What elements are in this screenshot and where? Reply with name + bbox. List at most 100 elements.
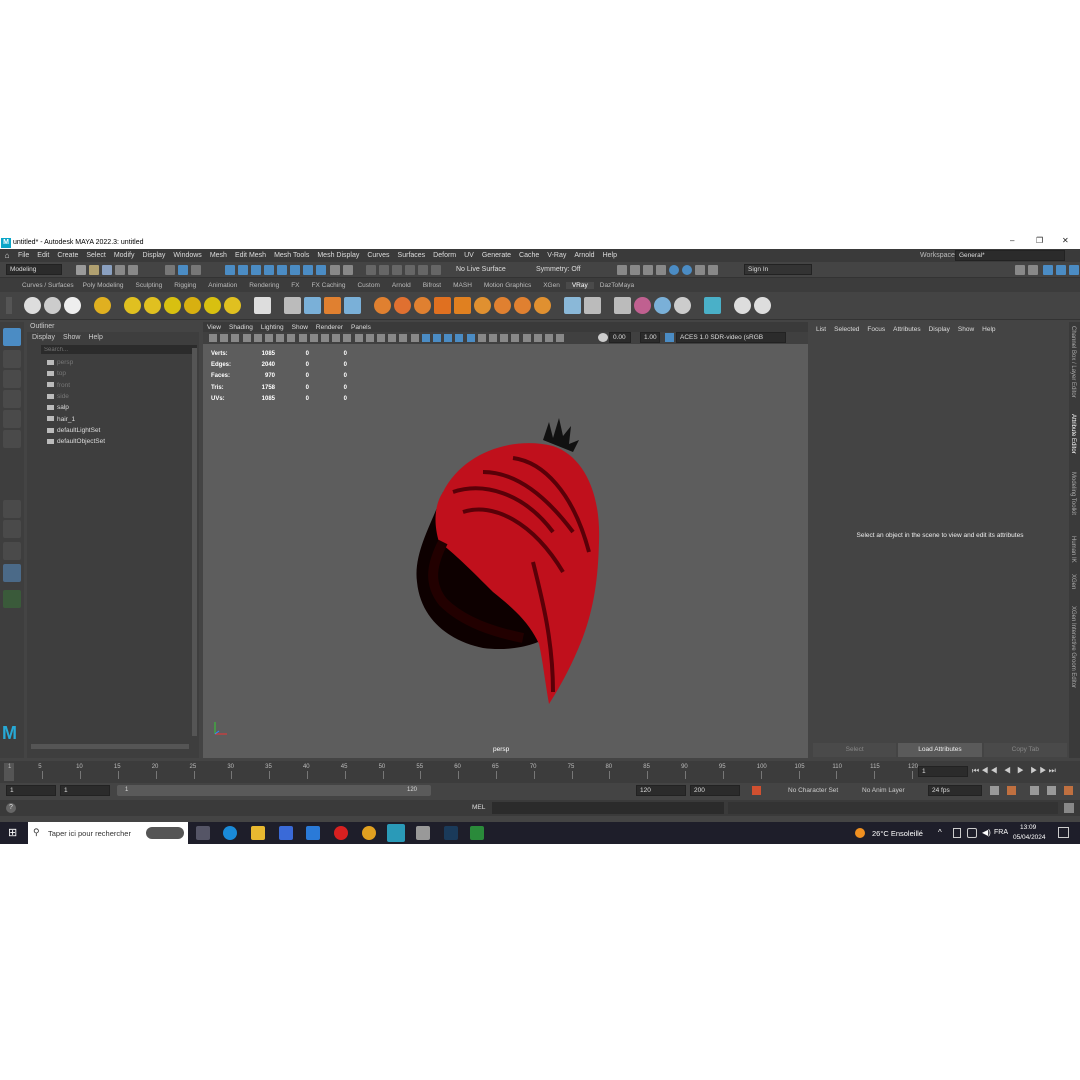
proxy-import-icon[interactable] [304, 297, 321, 314]
viewport-tool-icon[interactable] [410, 334, 419, 342]
shelf-tab-rigging[interactable]: Rigging [168, 282, 202, 289]
viewport-tool-icon[interactable] [421, 334, 430, 342]
tab-human-ik[interactable]: Human IK [1070, 536, 1076, 563]
snap-edge-icon[interactable] [303, 265, 313, 275]
vray-settings-shelf-icon[interactable] [94, 297, 111, 314]
viewport-tool-icon[interactable] [287, 334, 296, 342]
maximize-button[interactable]: ❐ [1036, 236, 1043, 245]
single-view-icon[interactable] [3, 500, 21, 518]
rotate-tool-icon[interactable] [3, 410, 21, 428]
ies-light-icon[interactable] [204, 297, 221, 314]
viewport-tool-icon[interactable] [388, 334, 397, 342]
viewport-tool-icon[interactable] [466, 334, 475, 342]
clock-time[interactable]: 13:09 [1020, 824, 1036, 831]
mesh-light-icon[interactable] [184, 297, 201, 314]
mode-dropdown[interactable]: Modeling [6, 264, 62, 275]
snap-grid-icon[interactable] [225, 265, 235, 275]
clock-date[interactable]: 05/04/2024 [1013, 834, 1046, 841]
anim-layer-dropdown[interactable]: No Anim Layer [862, 787, 905, 794]
sign-in-button[interactable]: Sign In [744, 264, 812, 275]
animation-end-field[interactable]: 200 [690, 785, 740, 796]
snap-point-icon[interactable] [251, 265, 261, 275]
attr-select-button[interactable]: Select [813, 743, 897, 757]
live-surface-label[interactable]: No Live Surface [456, 266, 506, 273]
shelf-tab-fx[interactable]: FX [285, 282, 305, 289]
viewport-tool-icon[interactable] [253, 334, 262, 342]
proxy-export-icon[interactable] [324, 297, 341, 314]
viewport-tool-icon[interactable] [309, 334, 318, 342]
volume-icon[interactable]: ◀) [982, 828, 991, 837]
shelf-tab-custom[interactable]: Custom [351, 282, 385, 289]
outliner-item[interactable]: persp [47, 358, 73, 368]
dome-light-icon[interactable] [124, 297, 141, 314]
app-taskbar-icon[interactable] [416, 826, 430, 840]
menu-generate[interactable]: Generate [478, 252, 515, 259]
menu-mesh-tools[interactable]: Mesh Tools [270, 252, 313, 259]
attr-menu-attributes[interactable]: Attributes [889, 326, 924, 333]
opera-icon[interactable] [334, 826, 348, 840]
render-frame-icon[interactable] [379, 265, 389, 275]
viewport-tool-icon[interactable] [477, 334, 486, 342]
lock-icon[interactable] [330, 265, 340, 275]
command-input[interactable] [492, 802, 724, 814]
vfb-icon[interactable] [695, 265, 705, 275]
notifications-icon[interactable] [1058, 827, 1069, 838]
loop-icon[interactable] [990, 786, 999, 795]
sound-icon[interactable] [1007, 786, 1016, 795]
vray-help-icon[interactable] [734, 297, 751, 314]
shelf-tab-arnold[interactable]: Arnold [386, 282, 417, 289]
color-management-icon[interactable] [665, 333, 674, 342]
sphere-fade-icon[interactable] [474, 297, 491, 314]
viewport-menu-lighting[interactable]: Lighting [257, 324, 288, 331]
menu-display[interactable]: Display [138, 252, 169, 259]
viewport-tool-icon[interactable] [433, 334, 441, 342]
help-icon[interactable]: ? [6, 803, 16, 813]
windows-start-icon[interactable]: ⊞ [8, 827, 20, 839]
taskbar-search-box[interactable]: ⚲ Taper ici pour rechercher [28, 822, 188, 844]
outliner-item[interactable]: front [47, 381, 70, 391]
outliner-item[interactable]: defaultLightSet [47, 426, 100, 436]
exposure-field[interactable]: 0.00 [609, 332, 631, 343]
menu-deform[interactable]: Deform [429, 252, 460, 259]
viewport-tool-icon[interactable] [343, 334, 352, 342]
vray-ipr-shelf-icon[interactable] [44, 297, 61, 314]
playback-speed-icon[interactable] [1030, 786, 1039, 795]
script-editor-icon[interactable] [1064, 803, 1074, 813]
menu-arnold[interactable]: Arnold [570, 252, 598, 259]
task-view-icon[interactable] [196, 826, 210, 840]
viewport-tool-icon[interactable] [522, 334, 531, 342]
attr-menu-display[interactable]: Display [925, 326, 954, 333]
move-tool-icon[interactable] [3, 390, 21, 408]
hair-icon[interactable] [414, 297, 431, 314]
tab-xgen-groom-editor[interactable]: XGen Interactive Groom Editor [1070, 606, 1076, 688]
viewport-tool-icon[interactable] [455, 334, 464, 342]
viewport-tool-icon[interactable] [242, 334, 251, 342]
vray-ipr-icon[interactable] [682, 265, 692, 275]
outliner-item[interactable]: defaultObjectSet [47, 437, 105, 447]
clipper-icon[interactable] [494, 297, 511, 314]
tab-attribute-editor[interactable]: Attribute Editor [1070, 414, 1076, 454]
vray-attributes-icon[interactable] [584, 297, 601, 314]
playback-start-field[interactable]: 1 [60, 785, 110, 796]
sphere-light-icon[interactable] [164, 297, 181, 314]
viewport-tool-icon[interactable] [265, 334, 273, 342]
outliner-menu-show[interactable]: Show [63, 334, 89, 341]
range-bar[interactable]: 1 120 [117, 785, 431, 796]
rect-light-icon[interactable] [144, 297, 161, 314]
nvidia-icon[interactable] [470, 826, 484, 840]
menu-file[interactable]: File [14, 252, 33, 259]
viewport-tool-icon[interactable] [511, 334, 520, 342]
attr-menu-selected[interactable]: Selected [830, 326, 863, 333]
outliner-item[interactable]: salp [47, 403, 69, 413]
chrome-icon[interactable] [362, 826, 376, 840]
store-icon[interactable] [279, 826, 293, 840]
tray-chevron-icon[interactable]: ^ [938, 828, 942, 837]
steam-icon[interactable] [444, 826, 458, 840]
viewport-menu-view[interactable]: View [203, 324, 225, 331]
magnet-shelf-icon[interactable] [514, 297, 531, 314]
viewport-tool-icon[interactable] [399, 334, 408, 342]
attr-menu-show[interactable]: Show [954, 326, 978, 333]
viewport-tool-icon[interactable] [276, 334, 285, 342]
symmetry-dropdown[interactable]: Symmetry: Off [536, 266, 581, 273]
shelf-tab-motion-graphics[interactable]: Motion Graphics [478, 282, 537, 289]
